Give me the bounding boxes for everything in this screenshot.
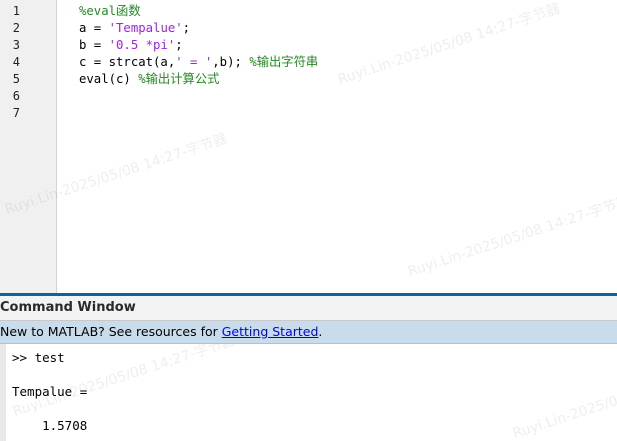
command-window-title: Command Window (0, 300, 136, 315)
line-number-gutter: 1 2 3 4 5 6 7 (0, 0, 57, 294)
line-number: 3 (12, 38, 20, 52)
code-token: eval(c) (79, 72, 139, 86)
code-string: ' = ' (175, 55, 213, 69)
code-editor[interactable]: 1234567 %eval函数 a = 'Tempalue'; b = '0.5 *… (0, 0, 617, 294)
watermark: Ruyi.Lin-2025/05/08 14:27-字节器 (510, 355, 617, 441)
code-token: a = (79, 21, 109, 35)
code-comment: %输出字符串 (249, 55, 319, 69)
banner-prefix: New to MATLAB? See resources for (0, 324, 222, 339)
code-line[interactable]: a = 'Tempalue'; (79, 20, 190, 37)
command-output-line: Tempalue = (12, 384, 88, 399)
command-output-line: 1.5708 (12, 418, 88, 433)
getting-started-link[interactable]: Getting Started (222, 324, 319, 339)
command-window-output[interactable]: Ruyi.Lin-2025/05/08 14:27-字节器 Ruyi.Lin-2… (0, 344, 617, 441)
code-line[interactable]: b = '0.5 *pi'; (79, 37, 183, 54)
code-comment: %eval函数 (79, 4, 141, 18)
line-number: 6 (12, 89, 20, 103)
code-comment: %输出计算公式 (138, 72, 220, 86)
line-number: 7 (12, 106, 20, 120)
banner-text: New to MATLAB? See resources for Getting… (0, 324, 322, 339)
line-number: 5 (12, 72, 20, 86)
code-token: ,b); (212, 55, 250, 69)
command-prompt-line: >> test (12, 350, 65, 365)
line-number: 2 (12, 21, 20, 35)
line-number: 4 (12, 55, 20, 69)
code-token: c = strcat(a, (79, 55, 176, 69)
code-token: ; (175, 38, 183, 52)
code-token: b = (79, 38, 109, 52)
code-string: 'Tempalue' (108, 21, 183, 35)
command-window-margin (0, 344, 6, 441)
banner-suffix: . (318, 324, 323, 339)
code-string: '0.5 *pi' (108, 38, 176, 52)
code-line[interactable]: %eval函数 (79, 3, 141, 20)
command-window-header: Command Window (0, 296, 617, 321)
line-number: 1 (12, 4, 20, 18)
code-line[interactable]: eval(c) %输出计算公式 (79, 71, 219, 88)
code-token: ; (182, 21, 191, 35)
code-area[interactable]: %eval函数 a = 'Tempalue'; b = '0.5 *pi'; c = … (56, 0, 617, 294)
code-line[interactable]: c = strcat(a,' = ',b); %输出字符串 (79, 54, 318, 71)
getting-started-banner: New to MATLAB? See resources for Getting… (0, 321, 617, 344)
